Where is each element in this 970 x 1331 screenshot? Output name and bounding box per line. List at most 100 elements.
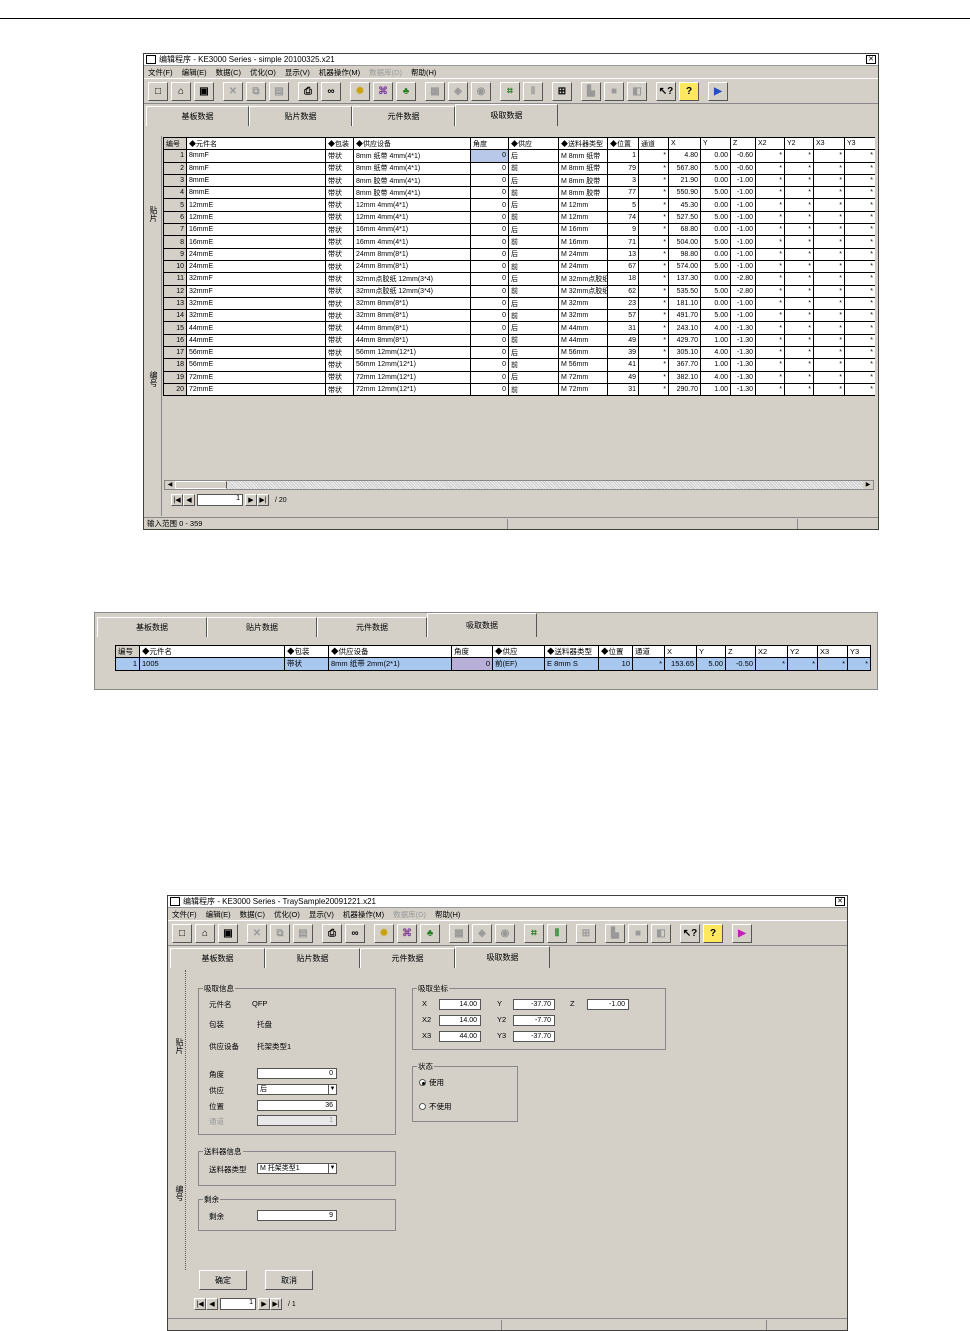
table-cell[interactable]: 44mm 8mm(8*1)	[353, 333, 471, 348]
table-cell[interactable]: *	[755, 173, 785, 188]
table-cell[interactable]: 44mmE	[186, 333, 326, 348]
copy-window-icon-3[interactable]: ◧	[651, 923, 671, 943]
table-cell[interactable]: 32mmF	[186, 284, 326, 298]
table-cell[interactable]: 带状	[325, 370, 354, 384]
table-cell[interactable]: 32mm 8mm(8*1)	[353, 309, 471, 323]
table-cell[interactable]: 567.80	[668, 161, 701, 175]
menu-optimize[interactable]: 优化(O)	[250, 67, 276, 78]
table-cell[interactable]: M 8mm 胶带	[558, 173, 608, 188]
table-cell[interactable]: *	[638, 284, 669, 298]
group-icon[interactable]: ♣	[396, 81, 416, 101]
table-cell[interactable]: -1.00	[730, 235, 756, 249]
table-cell[interactable]: M 8mm 纸带	[558, 149, 608, 163]
record-input[interactable]: 1	[197, 494, 243, 506]
table-cell[interactable]: 4.00	[700, 370, 731, 384]
table-cell[interactable]: 13	[607, 247, 639, 261]
table-cell[interactable]: 后	[508, 321, 559, 335]
bulb-icon[interactable]: ✹	[350, 81, 370, 101]
table-cell[interactable]: 1005	[139, 657, 285, 671]
align-icon-3[interactable]: Ⅱ	[547, 923, 567, 943]
table-cell[interactable]: 0	[470, 223, 509, 237]
table-cell[interactable]: 12mmE	[186, 210, 326, 225]
table-cell[interactable]: 153.65	[664, 657, 697, 671]
column-header[interactable]: X3	[813, 137, 845, 151]
table-cell[interactable]: *	[813, 161, 845, 175]
table-cell[interactable]: 前	[508, 210, 559, 225]
copy-icon[interactable]: ⧉	[246, 81, 266, 101]
table-cell[interactable]: 8mmF	[186, 149, 326, 163]
table-cell[interactable]: *	[813, 382, 845, 397]
context-help-icon-3[interactable]: ↖?	[680, 923, 700, 943]
column-header[interactable]: ◆送料器类型	[544, 644, 599, 659]
table-cell[interactable]: 8mm 纸带 4mm(4*1)	[353, 161, 471, 175]
bulb-icon-3[interactable]: ✹	[374, 923, 394, 943]
table-cell[interactable]: 31	[607, 321, 639, 335]
table-cell[interactable]: M 32mm点胶纸	[558, 272, 608, 286]
ok-button[interactable]: 确定	[199, 1270, 247, 1290]
table-cell[interactable]: *	[784, 198, 814, 212]
table-cell[interactable]: 0.00	[700, 272, 731, 286]
table-cell[interactable]: 49	[607, 370, 639, 384]
table-cell[interactable]: *	[847, 657, 871, 671]
table-cell[interactable]: 0	[470, 173, 509, 188]
table-cell[interactable]: *	[813, 210, 845, 225]
table-cell[interactable]: M 12mm	[558, 198, 608, 212]
table-cell[interactable]: 0	[470, 358, 509, 372]
scroll-right-icon[interactable]: ▶	[863, 481, 873, 489]
table-cell[interactable]: 44mm 8mm(8*1)	[353, 321, 471, 335]
table-row[interactable]: 1 1005 带状 8mm 纸带 2mm(2*1) 0 前(EF) E 8mm S 10 * 15…	[115, 657, 871, 671]
table-cell[interactable]: M 32mm	[558, 296, 608, 311]
table-row[interactable]: 15 44mmE 带状 44mm 8mm(8*1) 0 后 M 44mm 31 * 243.10 4…	[163, 321, 875, 335]
table-cell[interactable]: 10	[598, 657, 633, 671]
group-icon-3[interactable]: ♣	[420, 923, 440, 943]
table-cell[interactable]: *	[844, 173, 875, 188]
stop-icon-3[interactable]: ■	[628, 923, 648, 943]
table-cell[interactable]: 18	[163, 358, 187, 372]
table-cell[interactable]: *	[638, 321, 669, 335]
table-cell[interactable]: *	[638, 358, 669, 372]
table-cell[interactable]: M 12mm	[558, 210, 608, 225]
table-cell[interactable]: 5.00	[700, 235, 731, 249]
table-cell[interactable]: 4.80	[668, 149, 701, 163]
table-cell[interactable]: M 44mm	[558, 333, 608, 348]
table-cell[interactable]: 31	[607, 382, 639, 397]
table-cell[interactable]: *	[844, 321, 875, 335]
table-cell[interactable]: 56mmE	[186, 346, 326, 360]
table-cell[interactable]: 137.30	[668, 272, 701, 286]
table-cell[interactable]: -1.30	[730, 382, 756, 397]
table-row[interactable]: 2 8mmF 带状 8mm 纸带 4mm(4*1) 0 前 M 8mm 纸带 79 * 567.8…	[163, 161, 875, 175]
table-cell[interactable]: 4.00	[700, 321, 731, 335]
column-header[interactable]: 通道	[632, 644, 665, 659]
table-cell[interactable]: 1.00	[700, 358, 731, 372]
last-record-icon[interactable]: ▶|	[257, 494, 269, 506]
table-cell[interactable]: *	[755, 284, 785, 298]
table-row[interactable]: 13 32mmE 带状 32mm 8mm(8*1) 0 后 M 32mm 23 * 181.10 0…	[163, 296, 875, 311]
tab-parts-2[interactable]: 元件数据	[317, 617, 427, 637]
table-cell[interactable]: 1	[163, 149, 187, 163]
column-header[interactable]: ◆元件名	[139, 644, 285, 659]
table-cell[interactable]: *	[784, 223, 814, 237]
table-cell[interactable]: 32mm点胶纸 12mm(3*4)	[353, 284, 471, 298]
table-cell[interactable]: *	[813, 272, 845, 286]
table-cell[interactable]: *	[844, 370, 875, 384]
cut-icon[interactable]: ✕	[223, 81, 243, 101]
table-cell[interactable]: 0	[470, 259, 509, 274]
column-header[interactable]: X3	[817, 644, 848, 659]
menu-view[interactable]: 显示(V)	[285, 67, 310, 78]
table-cell[interactable]: *	[784, 346, 814, 360]
table-cell[interactable]: 1	[607, 149, 639, 163]
menu-data-3[interactable]: 数据(C)	[240, 909, 265, 920]
menu-file[interactable]: 文件(F)	[148, 67, 173, 78]
table-cell[interactable]: 0.00	[700, 149, 731, 163]
table-cell[interactable]: *	[755, 161, 785, 175]
table-cell[interactable]: 21.90	[668, 173, 701, 188]
context-help-icon[interactable]: ↖?	[656, 81, 676, 101]
table-cell[interactable]: *	[638, 149, 669, 163]
table-cell[interactable]: 后	[508, 223, 559, 237]
tab-board-2[interactable]: 基板数据	[97, 617, 207, 637]
table-row[interactable]: 3 8mmE 带状 8mm 胶带 4mm(4*1) 0 后 M 8mm 胶带 3 * 21.90 0…	[163, 173, 875, 188]
align-icon[interactable]: Ⅱ	[523, 81, 543, 101]
new-icon-3[interactable]: □	[172, 923, 192, 943]
table-cell[interactable]: -1.30	[730, 346, 756, 360]
column-header[interactable]: X2	[755, 137, 785, 151]
